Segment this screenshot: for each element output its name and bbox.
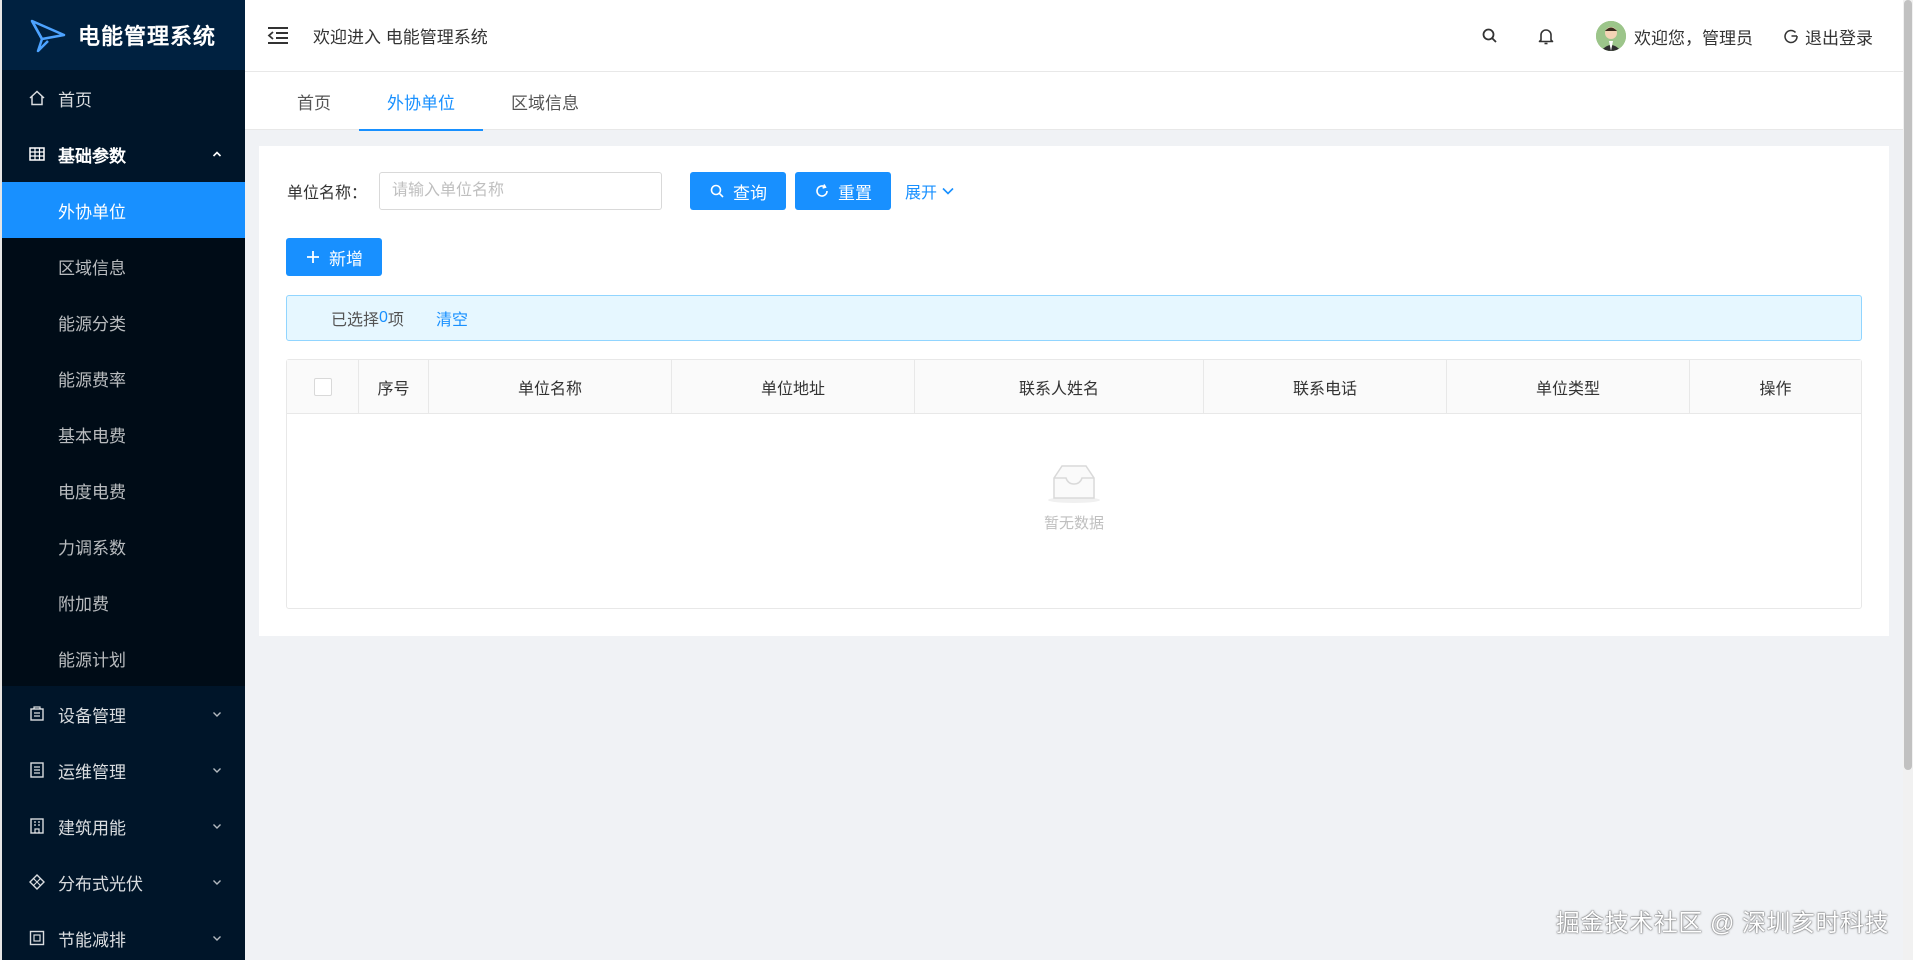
chevron-up-icon bbox=[212, 151, 222, 157]
sidebar-item-device-mgmt[interactable]: 设备管理 bbox=[2, 686, 245, 742]
saving-icon bbox=[28, 929, 46, 947]
logout-label: 退出登录 bbox=[1805, 28, 1873, 48]
reset-label: 重置 bbox=[838, 183, 873, 203]
empty-text: 暂无数据 bbox=[1043, 515, 1104, 532]
sidebar-item-label: 基础参数 bbox=[58, 146, 126, 166]
welcome-text: 欢迎您，管理员 bbox=[1634, 28, 1753, 48]
app-title: 电能管理系统 bbox=[78, 24, 217, 49]
sidebar-item-energy-saving[interactable]: 节能减排 bbox=[2, 910, 245, 960]
search-icon[interactable] bbox=[1480, 26, 1500, 46]
sidebar-item-basic-fee[interactable]: 基本电费 bbox=[2, 406, 245, 462]
sidebar-item-label: 节能减排 bbox=[58, 930, 126, 950]
select-all-checkbox[interactable] bbox=[313, 378, 332, 396]
sidebar-item-power-factor[interactable]: 力调系数 bbox=[2, 518, 245, 574]
empty-inbox-icon bbox=[1048, 465, 1100, 503]
paper-plane-logo-icon bbox=[30, 19, 66, 53]
sidebar-item-building-energy[interactable]: 建筑用能 bbox=[2, 798, 245, 854]
unit-name-label: 单位名称： bbox=[287, 185, 368, 202]
column-header-contact-phone[interactable]: 联系电话 bbox=[1204, 360, 1447, 414]
plus-icon bbox=[307, 251, 319, 263]
basic-params-submenu: 外协单位 区域信息 能源分类 能源费率 基本电费 电度电费 力调系数 附加费 能… bbox=[2, 182, 245, 686]
column-header-contact-name[interactable]: 联系人姓名 bbox=[915, 360, 1204, 414]
sidebar-item-label: 分布式光伏 bbox=[58, 874, 143, 894]
header-title: 欢迎进入 电能管理系统 bbox=[313, 28, 488, 47]
reload-icon bbox=[816, 184, 828, 197]
unit-name-input[interactable] bbox=[379, 172, 663, 210]
selection-count: 0 bbox=[379, 309, 388, 326]
chevron-down-icon bbox=[213, 880, 221, 885]
scrollbar-thumb[interactable] bbox=[1904, 0, 1912, 770]
expand-toggle[interactable]: 展开 bbox=[905, 179, 955, 203]
page-tabs: 首页 外协单位 区域信息 bbox=[245, 72, 1903, 131]
main-card: 单位名称： 查询 重置 展开 新增 已选择 0 项 清空 序号 单位名称 bbox=[259, 146, 1889, 636]
sidebar-item-label: 设备管理 bbox=[58, 706, 126, 726]
chevron-down-icon bbox=[213, 936, 221, 941]
sidebar-item-basic-params[interactable]: 基础参数 bbox=[2, 126, 245, 182]
table-header: 序号 单位名称 单位地址 联系人姓名 联系电话 单位类型 操作 bbox=[287, 360, 1861, 414]
column-header-unit-type[interactable]: 单位类型 bbox=[1447, 360, 1690, 414]
avatar[interactable] bbox=[1596, 21, 1626, 51]
sidebar-item-label: 建筑用能 bbox=[58, 818, 126, 838]
sidebar-item-area-info[interactable]: 区域信息 bbox=[2, 238, 245, 294]
sidebar-item-label: 首页 bbox=[58, 90, 92, 110]
building-icon bbox=[28, 817, 46, 835]
query-button[interactable]: 查询 bbox=[690, 172, 787, 210]
query-label: 查询 bbox=[733, 183, 768, 203]
chevron-down-icon bbox=[942, 187, 954, 195]
sidebar-item-energy-category[interactable]: 能源分类 bbox=[2, 294, 245, 350]
chevron-down-icon bbox=[213, 824, 221, 829]
chevron-down-icon bbox=[213, 768, 221, 773]
sidebar-item-energy-rate[interactable]: 能源费率 bbox=[2, 350, 245, 406]
column-header-unit-name[interactable]: 单位名称 bbox=[429, 360, 672, 414]
chevron-down-icon bbox=[213, 712, 221, 717]
user-avatar-icon bbox=[1596, 21, 1626, 51]
select-all-cell bbox=[287, 360, 359, 414]
tab-home[interactable]: 首页 bbox=[269, 72, 359, 130]
add-label: 新增 bbox=[329, 249, 363, 269]
column-header-index[interactable]: 序号 bbox=[359, 360, 429, 414]
selection-suffix: 项 bbox=[387, 312, 404, 329]
tab-area-info[interactable]: 区域信息 bbox=[483, 72, 607, 130]
data-table: 序号 单位名称 单位地址 联系人姓名 联系电话 单位类型 操作 暂无数据 bbox=[286, 359, 1862, 609]
logout-icon bbox=[1784, 29, 1798, 44]
sidebar-item-surcharge[interactable]: 附加费 bbox=[2, 574, 245, 630]
sidebar-item-ops-mgmt[interactable]: 运维管理 bbox=[2, 742, 245, 798]
column-header-actions[interactable]: 操作 bbox=[1690, 360, 1861, 414]
reset-button[interactable]: 重置 bbox=[795, 172, 892, 210]
sidebar-item-outsourcing-unit[interactable]: 外协单位 bbox=[2, 182, 245, 238]
sidebar-item-energy-plan[interactable]: 能源计划 bbox=[2, 630, 245, 686]
selection-prefix: 已选择 bbox=[331, 312, 380, 329]
solar-icon bbox=[28, 873, 46, 891]
header-actions: 欢迎您，管理员 退出登录 bbox=[1444, 0, 1873, 72]
search-form: 单位名称： 查询 重置 展开 bbox=[287, 172, 955, 210]
sidebar-item-kwh-fee[interactable]: 电度电费 bbox=[2, 462, 245, 518]
sidebar-item-label: 运维管理 bbox=[58, 762, 126, 782]
bell-icon[interactable] bbox=[1536, 26, 1556, 46]
search-icon bbox=[710, 184, 724, 198]
empty-state: 暂无数据 bbox=[287, 460, 1861, 533]
menu-fold-icon[interactable] bbox=[265, 23, 291, 49]
watermark: 掘金技术社区 @ 深圳亥时科技 bbox=[1555, 910, 1889, 937]
table-icon bbox=[28, 145, 46, 163]
add-button[interactable]: 新增 bbox=[286, 238, 382, 276]
sidebar: 电能管理系统 首页 基础参数 外协单位 区域信息 能源分类 能源费率 基本电费 … bbox=[0, 0, 245, 960]
logout-button[interactable]: 退出登录 bbox=[1783, 24, 1873, 49]
page-scrollbar[interactable] bbox=[1903, 0, 1913, 960]
selection-alert: 已选择 0 项 清空 bbox=[286, 295, 1862, 341]
sidebar-item-distributed-pv[interactable]: 分布式光伏 bbox=[2, 854, 245, 910]
ops-icon bbox=[28, 761, 46, 779]
clear-selection-link[interactable]: 清空 bbox=[436, 306, 468, 330]
home-icon bbox=[28, 89, 46, 107]
top-header: 欢迎进入 电能管理系统 欢迎您，管理员 退出登录 bbox=[245, 0, 1903, 72]
column-header-unit-address[interactable]: 单位地址 bbox=[672, 360, 915, 414]
expand-label: 展开 bbox=[905, 185, 938, 202]
tab-outsourcing-unit[interactable]: 外协单位 bbox=[359, 72, 483, 131]
sidebar-item-home[interactable]: 首页 bbox=[2, 70, 245, 126]
app-logo[interactable]: 电能管理系统 bbox=[2, 0, 245, 70]
device-icon bbox=[28, 705, 46, 723]
